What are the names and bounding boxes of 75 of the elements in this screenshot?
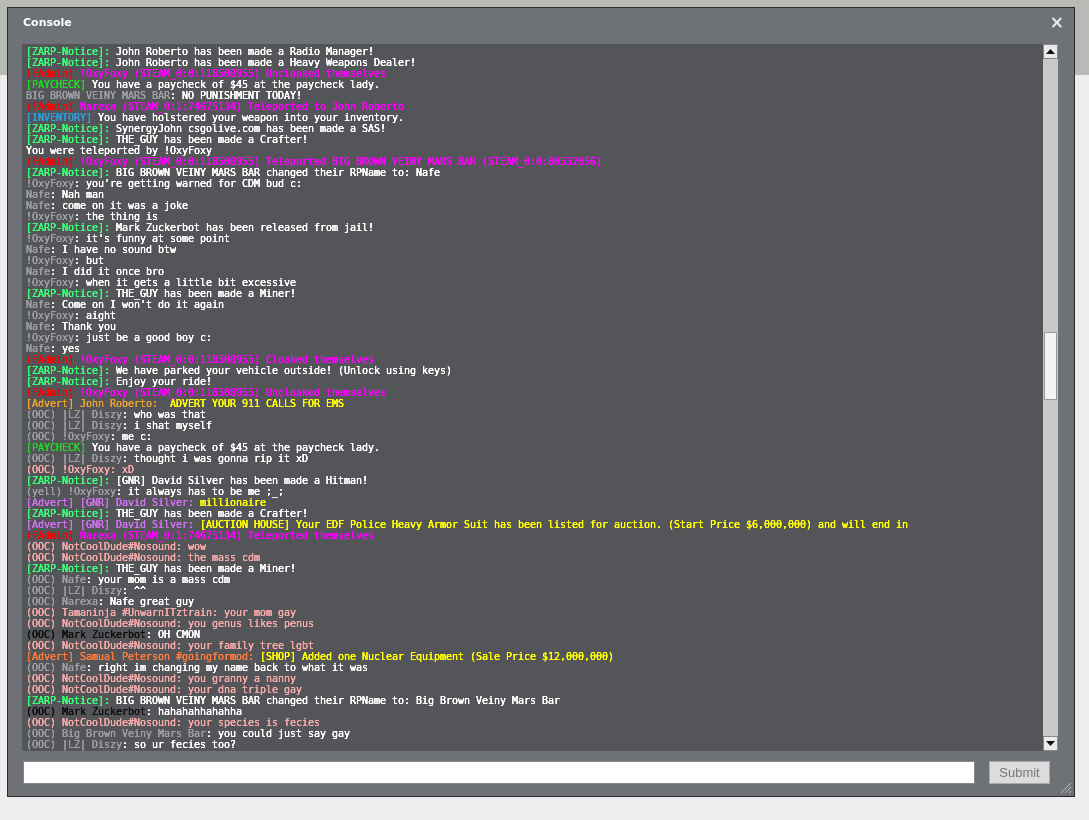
log-line: [ZARP-Notice]: SynergyJohn csgolive.com has been made a SAS! <box>26 123 387 134</box>
window-title: Console <box>23 15 72 29</box>
log-line: [ZARP-Notice]: BIG BROWN VEINY MARS BAR changed their RPName to: Big Brown Veiny Mars Bar <box>26 695 561 706</box>
log-line: (OOC) Big Brown Veiny Mars Bar: you could just say gay <box>26 728 351 739</box>
scroll-down-button[interactable] <box>1043 736 1058 751</box>
scrollbar[interactable] <box>1043 44 1058 751</box>
log-line: Nafe: Thank you <box>26 321 117 332</box>
log-line: (FAdmin) !OxyFoxy (STEAM_0:0:118508955) Uncloaked themselves <box>26 68 387 79</box>
log-line: BIG BROWN VEINY MARS BAR: NO PUNISHMENT TODAY! <box>26 90 303 101</box>
log-line: [Advert] [GNR] David Silver: [AUCTION HOUSE] Your EDF Police Heavy Armor Suit has been listed for auction. (Start Price $6,000,000) and will end in <box>26 519 909 530</box>
log-line: Nafe: I have no sound btw <box>26 244 177 255</box>
log-line: (OOC) |LZ| Diszy: i shat myself <box>26 420 213 431</box>
log-line: !OxyFoxy: it's funny at some point <box>26 233 231 244</box>
log-line: [ZARP-Notice]: THE_GUY has been made a Crafter! <box>26 508 309 519</box>
log-line: [ZARP-Notice]: THE_GUY has been made a Miner! <box>26 563 297 574</box>
log-line: Nafe: Come on I won't do it again <box>26 299 225 310</box>
log-line: Nafe: yes <box>26 343 81 354</box>
log-line: (OOC) NotCoolDude#Nosound: your species is fecies <box>26 717 320 728</box>
close-button[interactable]: × <box>1049 12 1064 32</box>
log-line: !OxyFoxy: just be a good boy c: <box>26 332 213 343</box>
log-line: [ZARP-Notice]: We have parked your vehicle outside! (Unlock using keys) <box>26 365 453 376</box>
log-line: (FAdmin) Narexa (STEAM_0:1:74675134) Teleported to John Roberto <box>26 101 405 112</box>
log-line: [ZARP-Notice]: Mark Zuckerbot has been released from jail! <box>26 222 375 233</box>
log-line: [PAYCHECK] You have a paycheck of $45 at the paycheck lady. <box>26 442 381 453</box>
up-arrow-icon <box>1046 49 1055 54</box>
log-line: [Advert] Samual Peterson #goingformod: [SHOP] Added one Nuclear Equipment (Sale Price $12,000,000) <box>26 651 615 662</box>
log-line: !OxyFoxy: the thing is <box>26 211 159 222</box>
log-line: (OOC) NotCoolDude#Nosound: you genus likes penus <box>26 618 314 629</box>
log-line: (OOC) |LZ| Diszy: thought i was gonna rip it xD <box>26 453 309 464</box>
log-line: (OOC) Tamaninja #UnwarnITztrain: your mom gay <box>26 607 296 618</box>
log-line: (OOC) Nafe: your mom is a mass cdm <box>26 574 231 585</box>
log-line: (OOC) NotCoolDude#Nosound: you granny a nanny <box>26 673 296 684</box>
log-line: (yell) !OxyFoxy: it always has to be me ;_; <box>26 486 285 497</box>
log-line: [Advert] [GNR] David Silver: millionaire <box>26 497 267 508</box>
down-arrow-icon <box>1046 741 1055 746</box>
log-line: !OxyFoxy: you're getting warned for CDM bud c: <box>26 178 303 189</box>
log-line: [ZARP-Notice]: John Roberto has been made a Radio Manager! <box>26 46 375 57</box>
resize-grip-icon[interactable] <box>1060 782 1072 794</box>
submit-button[interactable]: Submit <box>989 761 1050 784</box>
log-line: (FAdmin) !OxyFoxy (STEAM_0:0:118508955) Uncloaked themselves <box>26 387 387 398</box>
log-line: [PAYCHECK] You have a paycheck of $45 at the paycheck lady. <box>26 79 381 90</box>
log-line: [ZARP-Notice]: THE_GUY has been made a Miner! <box>26 288 297 299</box>
log-line: (OOC) Mark Zuckerbot: OH CMON <box>26 629 201 640</box>
log-line: (FAdmin) Narexa (STEAM_0:1:74675134) Teleported themselves <box>26 530 375 541</box>
scroll-thumb[interactable] <box>1044 332 1057 400</box>
log-line: Nafe: I did it once bro <box>26 266 165 277</box>
log-line: [INVENTORY] You have holstered your weapon into your inventory. <box>26 112 405 123</box>
log-line: (OOC) Narexa: Nafe great guy <box>26 596 195 607</box>
log-line: !OxyFoxy: aight <box>26 310 117 321</box>
log-line: Nafe: come on it was a joke <box>26 200 189 211</box>
log-line: (OOC) NotCoolDude#Nosound: the mass cdm <box>26 552 260 563</box>
log-line: (OOC) NotCoolDude#Nosound: your family tree lgbt <box>26 640 314 651</box>
log-line: (OOC) !OxyFoxy: xD <box>26 464 134 475</box>
log-line: !OxyFoxy: when it gets a little bit excessive <box>26 277 297 288</box>
log-line: [ZARP-Notice]: Enjoy your ride! <box>26 376 213 387</box>
log-line: [ZARP-Notice]: BIG BROWN VEINY MARS BAR changed their RPName to: Nafe <box>26 167 441 178</box>
log-line: [Advert] John Roberto: ADVERT YOUR 911 CALLS FOR EMS <box>26 398 345 409</box>
scroll-up-button[interactable] <box>1043 44 1058 59</box>
log-line: (FAdmin) !OxyFoxy (STEAM_0:0:118508955) Cloaked themselves <box>26 354 375 365</box>
log-line: [ZARP-Notice]: [GNR] David Silver has been made a Hitman! <box>26 475 369 486</box>
log-line: (OOC) !OxyFoxy: me c: <box>26 431 153 442</box>
input-field[interactable] <box>23 761 975 784</box>
log-line: (OOC) NotCoolDude#Nosound: your dna triple gay <box>26 684 302 695</box>
log-line: You were teleported by !OxyFoxy <box>26 145 212 156</box>
log-line: (FAdmin) !OxyFoxy (STEAM_0:0:118508955) Teleported BIG BROWN VEINY MARS BAR (STEAM_0:0:80532056) <box>26 156 603 167</box>
log-line: (OOC) Nafe: right im changing my name back to what it was <box>26 662 369 673</box>
log-line: !OxyFoxy: but <box>26 255 105 266</box>
log-line: (OOC) |LZ| Diszy: ^^ <box>26 585 147 596</box>
log-line: (OOC) |LZ| Diszy: so ur fecies too? <box>26 739 237 750</box>
log-line: (OOC) |LZ| Diszy: who was that <box>26 409 207 420</box>
log-line: [ZARP-Notice]: THE_GUY has been made a Crafter! <box>26 134 309 145</box>
log-line: [ZARP-Notice]: John Roberto has been made a Heavy Weapons Dealer! <box>26 57 417 68</box>
log-line: (OOC) Mark Zuckerbot: hahahahhahahha <box>26 706 243 717</box>
log-line: Nafe: Nah man <box>26 189 105 200</box>
log-line: (OOC) NotCoolDude#Nosound: wow <box>26 541 206 552</box>
